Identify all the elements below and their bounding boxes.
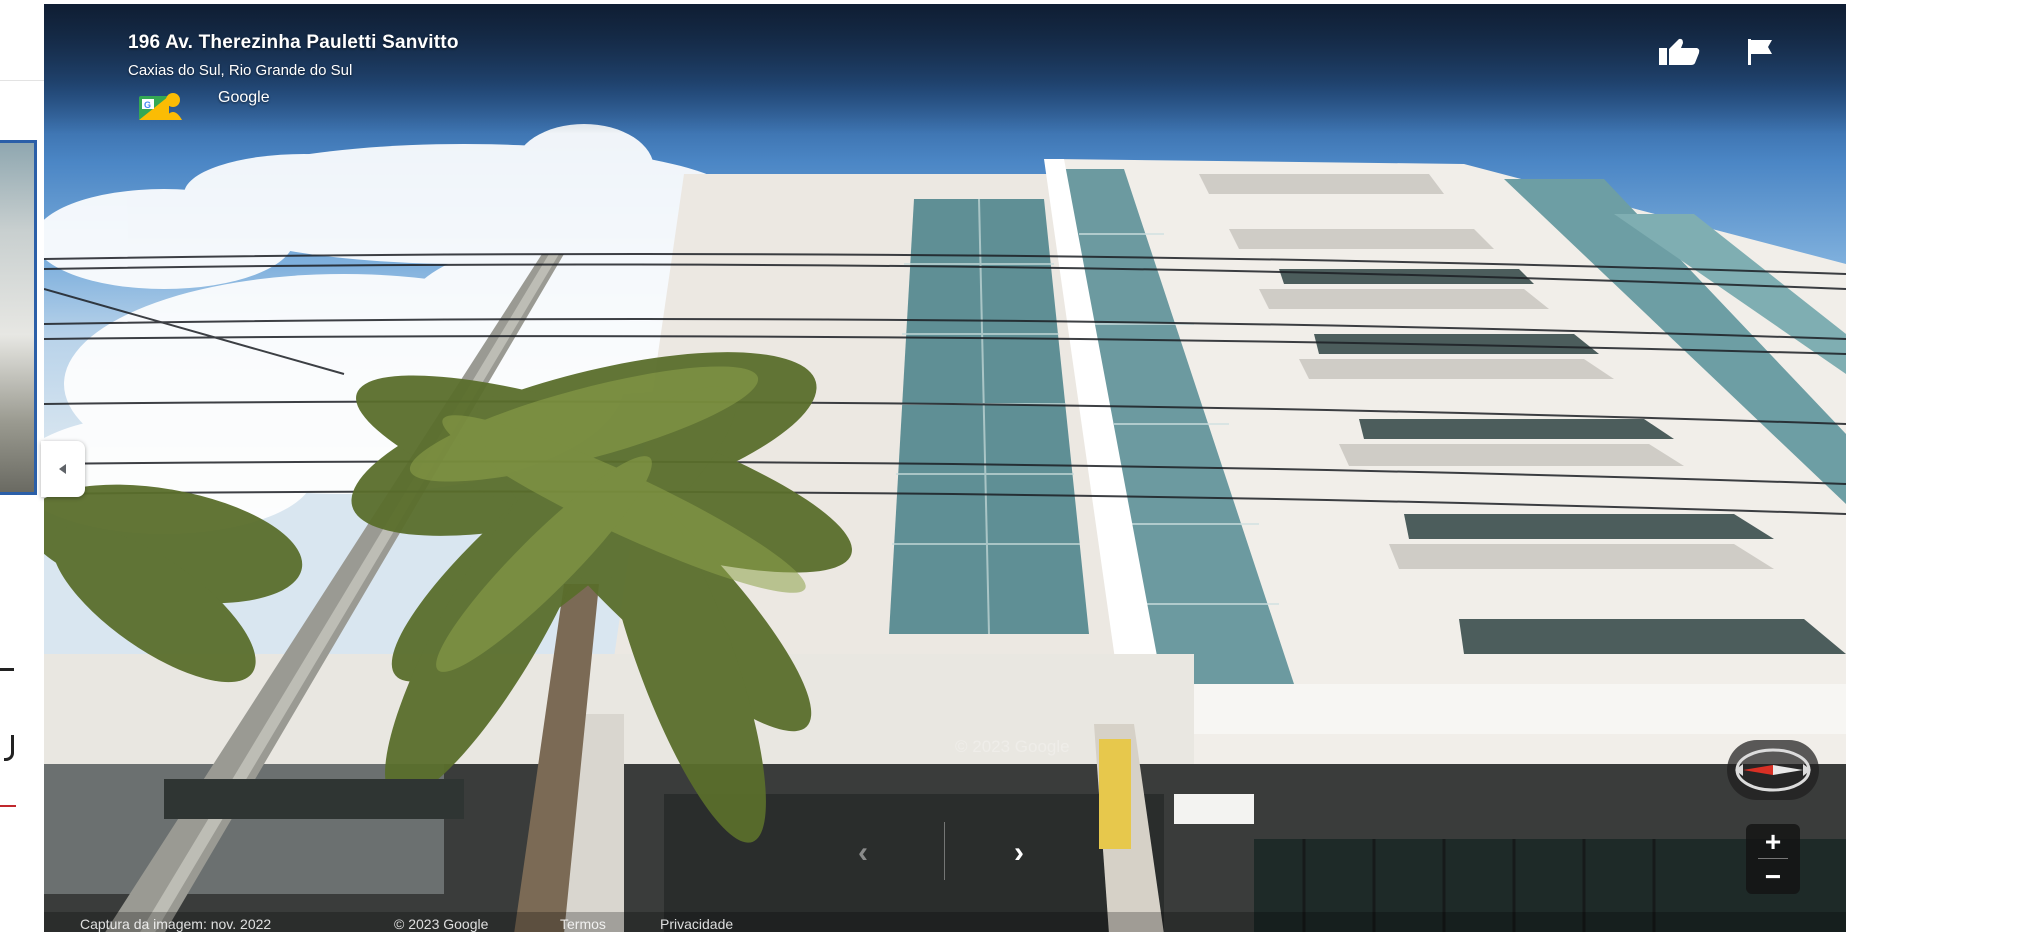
street-view-panorama[interactable]: 196 Av. Therezinha Pauletti Sanvitto Cax… [44, 4, 1846, 932]
nav-separator [944, 822, 945, 880]
page: 196 Av. Therezinha Pauletti Sanvitto Cax… [0, 0, 2022, 932]
image-watermark: © 2023 Google [955, 737, 1070, 756]
street-view-contributor-icon: G [139, 93, 182, 120]
image-provider-label: Google [218, 89, 270, 106]
zoom-in-button[interactable]: + [1746, 824, 1800, 859]
location-title: 196 Av. Therezinha Pauletti Sanvitto [128, 32, 459, 53]
compass-button[interactable] [1727, 740, 1819, 800]
zoom-out-button[interactable]: − [1746, 859, 1800, 894]
background-text-fragment [4, 735, 14, 761]
privacy-link[interactable]: Privacidade [660, 916, 733, 932]
copyright-text: © 2023 Google [394, 916, 489, 932]
selected-photo-thumbnail[interactable] [0, 140, 37, 495]
report-flag-button[interactable] [1736, 32, 1784, 72]
zoom-control: + − [1746, 824, 1800, 894]
background-red-underline [0, 805, 16, 807]
compass-icon [1735, 748, 1811, 792]
capture-date: Captura da imagem: nov. 2022 [80, 916, 272, 932]
attribution-bar [44, 912, 1846, 932]
collapse-arrow-icon [59, 464, 66, 474]
svg-text:G: G [144, 100, 151, 110]
collapse-panel-button[interactable] [41, 441, 85, 497]
background-divider [0, 80, 44, 81]
panorama-image [44, 124, 1846, 932]
thumbs-up-icon [1659, 38, 1700, 65]
thumbs-up-button[interactable] [1655, 32, 1703, 72]
flag-icon [1748, 39, 1772, 65]
location-subtitle: Caxias do Sul, Rio Grande do Sul [128, 62, 353, 79]
previous-arrow-button[interactable]: ‹ [843, 833, 883, 873]
background-text-fragment [0, 668, 14, 671]
next-arrow-button[interactable]: › [999, 833, 1039, 873]
terms-link[interactable]: Termos [560, 916, 606, 932]
